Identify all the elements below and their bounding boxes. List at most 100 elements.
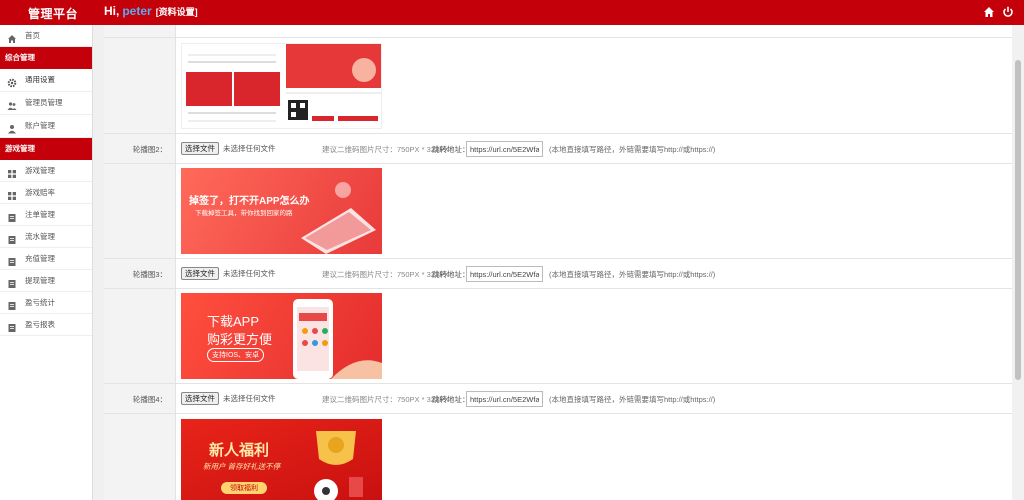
banner3-subtitle: 支持IOS、安卓 [207,348,265,362]
sidebar-item-profit-report[interactable]: 盈亏报表 [0,314,92,336]
banner4-claim-button: 领取福利 [221,482,267,494]
sidebar-section-games: 游戏管理 [0,138,92,160]
jump-url-label: 跳转地址： [432,145,470,154]
sidebar-item-label: 充值管理 [25,254,55,263]
profile-settings-link[interactable]: [资料设置] [156,7,198,17]
field-label: 轮播图4： [132,395,167,404]
banner-preview-row-4: 新人福利 新用户 首存好礼送不停 领取福利 [104,414,1012,500]
banner-preview-row-3: 下载APP 购彩更方便 支持IOS、安卓 [104,289,1012,384]
sidebar-item-label: 流水管理 [25,232,55,241]
banner2-title: 掉签了，打不开APP怎么办 [189,196,310,207]
banner-preview-2: 掉签了，打不开APP怎么办 下载掉签工具，带你找到回家的路 [181,168,382,254]
jump-url-label: 跳转地址： [432,270,470,279]
banner-preview-3: 下载APP 购彩更方便 支持IOS、安卓 [181,293,382,379]
url-note: (本地直接填写路径，外链需要填写http://或https://) [549,270,716,279]
banner-preview-row-1 [104,38,1012,134]
sidebar-item-label: 注单管理 [25,210,55,219]
banner4-subtitle: 新用户 首存好礼送不停 [203,462,281,471]
jump-url-input[interactable] [466,391,543,407]
file-upload: 选择文件 未选择任何文件 [181,142,276,155]
sidebar-item-account-manage[interactable]: 账户管理 [0,115,92,138]
file-upload: 选择文件 未选择任何文件 [181,267,276,280]
field-label: 轮播图3： [132,270,167,279]
sidebar-item-profit-stats[interactable]: 盈亏统计 [0,292,92,314]
sidebar-item-game-manage[interactable]: 游戏管理 [0,160,92,182]
url-note: (本地直接填写路径，外链需要填写http://或https://) [549,395,716,404]
file-status: 未选择任何文件 [223,144,276,153]
username-link[interactable]: peter [122,4,151,18]
document-icon [7,210,17,222]
sidebar-item-bet-manage[interactable]: 注单管理 [0,204,92,226]
power-icon[interactable] [1002,6,1014,18]
document-icon [7,276,17,288]
greeting-hi: Hi, [104,4,120,18]
sidebar-item-withdraw-manage[interactable]: 提现管理 [0,270,92,292]
size-hint: 建议二维码图片尺寸：750PX * 322PX [322,395,450,404]
file-status: 未选择任何文件 [223,269,276,278]
home-icon [7,31,17,43]
sidebar: 首页 综合管理 通用设置 管理员管理 账户管理 游戏管理 游戏管理 游戏赔率 注… [0,25,93,500]
banner3-title-line2: 购彩更方便 [207,332,273,347]
document-icon [7,254,17,266]
document-icon [7,232,17,244]
choose-file-button[interactable]: 选择文件 [181,267,219,280]
sidebar-item-label: 提现管理 [25,276,55,285]
form-row-banner-4: 轮播图4： 选择文件 未选择任何文件 建议二维码图片尺寸：750PX * 322… [104,384,1012,414]
jump-url-input[interactable] [466,141,543,157]
size-hint: 建议二维码图片尺寸：750PX * 322PX [322,145,450,154]
sidebar-item-admin-manage[interactable]: 管理员管理 [0,92,92,115]
grid-icon [7,166,17,178]
choose-file-button[interactable]: 选择文件 [181,392,219,405]
user-greeting: Hi, peter [资料设置] [104,4,198,18]
file-status: 未选择任何文件 [223,394,276,403]
sidebar-item-general-settings[interactable]: 通用设置 [0,69,92,92]
brand-title: 管理平台 [28,7,79,21]
sidebar-item-label: 通用设置 [25,75,55,84]
size-hint: 建议二维码图片尺寸：750PX * 322PX [322,270,450,279]
sidebar-item-label: 管理员管理 [25,98,63,107]
label-column: 轮播图4： [104,384,176,413]
form-row-banner-2: 轮播图2： 选择文件 未选择任何文件 建议二维码图片尺寸：750PX * 322… [104,134,1012,164]
sidebar-item-game-odds[interactable]: 游戏赔率 [0,182,92,204]
banner-preview-4: 新人福利 新用户 首存好礼送不停 领取福利 [181,419,382,500]
banner2-subtitle: 下载掉签工具，带你找到回家的路 [195,210,293,217]
banner3-title-line1: 下载APP [207,314,260,329]
sidebar-item-label: 账户管理 [25,121,55,130]
sidebar-section-general: 综合管理 [0,47,92,69]
banner-preview-row-2: 掉签了，打不开APP怎么办 下载掉签工具，带你找到回家的路 [104,164,1012,259]
field-label: 轮播图2： [132,145,167,154]
header-actions [983,6,1014,18]
sidebar-item-label: 游戏赔率 [25,188,55,197]
document-icon [7,320,17,332]
sidebar-item-label: 盈亏统计 [25,298,55,307]
label-column [104,38,176,133]
sidebar-item-recharge-manage[interactable]: 充值管理 [0,248,92,270]
page-scrollbar[interactable] [1012,25,1024,500]
users-icon [7,98,17,110]
label-column [104,164,176,258]
banner-preview-1 [181,43,382,129]
jump-url-label: 跳转地址： [432,395,470,404]
grid-icon [7,188,17,200]
sidebar-item-flow-manage[interactable]: 流水管理 [0,226,92,248]
sidebar-item-label: 首页 [25,31,40,40]
main-content: 轮播图2： 选择文件 未选择任何文件 建议二维码图片尺寸：750PX * 322… [104,25,1012,500]
label-column: 轮播图3： [104,259,176,288]
label-column: 轮播图2： [104,134,176,163]
label-column [104,414,176,500]
choose-file-button[interactable]: 选择文件 [181,142,219,155]
sidebar-item-label: 盈亏报表 [25,320,55,329]
user-icon [7,121,17,134]
top-header: 管理平台 Hi, peter [资料设置] [0,0,1024,25]
sidebar-item-label: 游戏管理 [25,166,55,175]
url-note: (本地直接填写路径，外链需要填写http://或https://) [549,145,716,154]
sidebar-item-home[interactable]: 首页 [0,25,92,47]
label-column [104,289,176,383]
form-row-partial [104,25,1012,38]
home-icon[interactable] [983,6,995,18]
form-row-banner-3: 轮播图3： 选择文件 未选择任何文件 建议二维码图片尺寸：750PX * 322… [104,259,1012,289]
document-icon [7,298,17,310]
jump-url-input[interactable] [466,266,543,282]
scrollbar-thumb[interactable] [1015,60,1021,380]
banner4-title: 新人福利 [209,442,270,459]
